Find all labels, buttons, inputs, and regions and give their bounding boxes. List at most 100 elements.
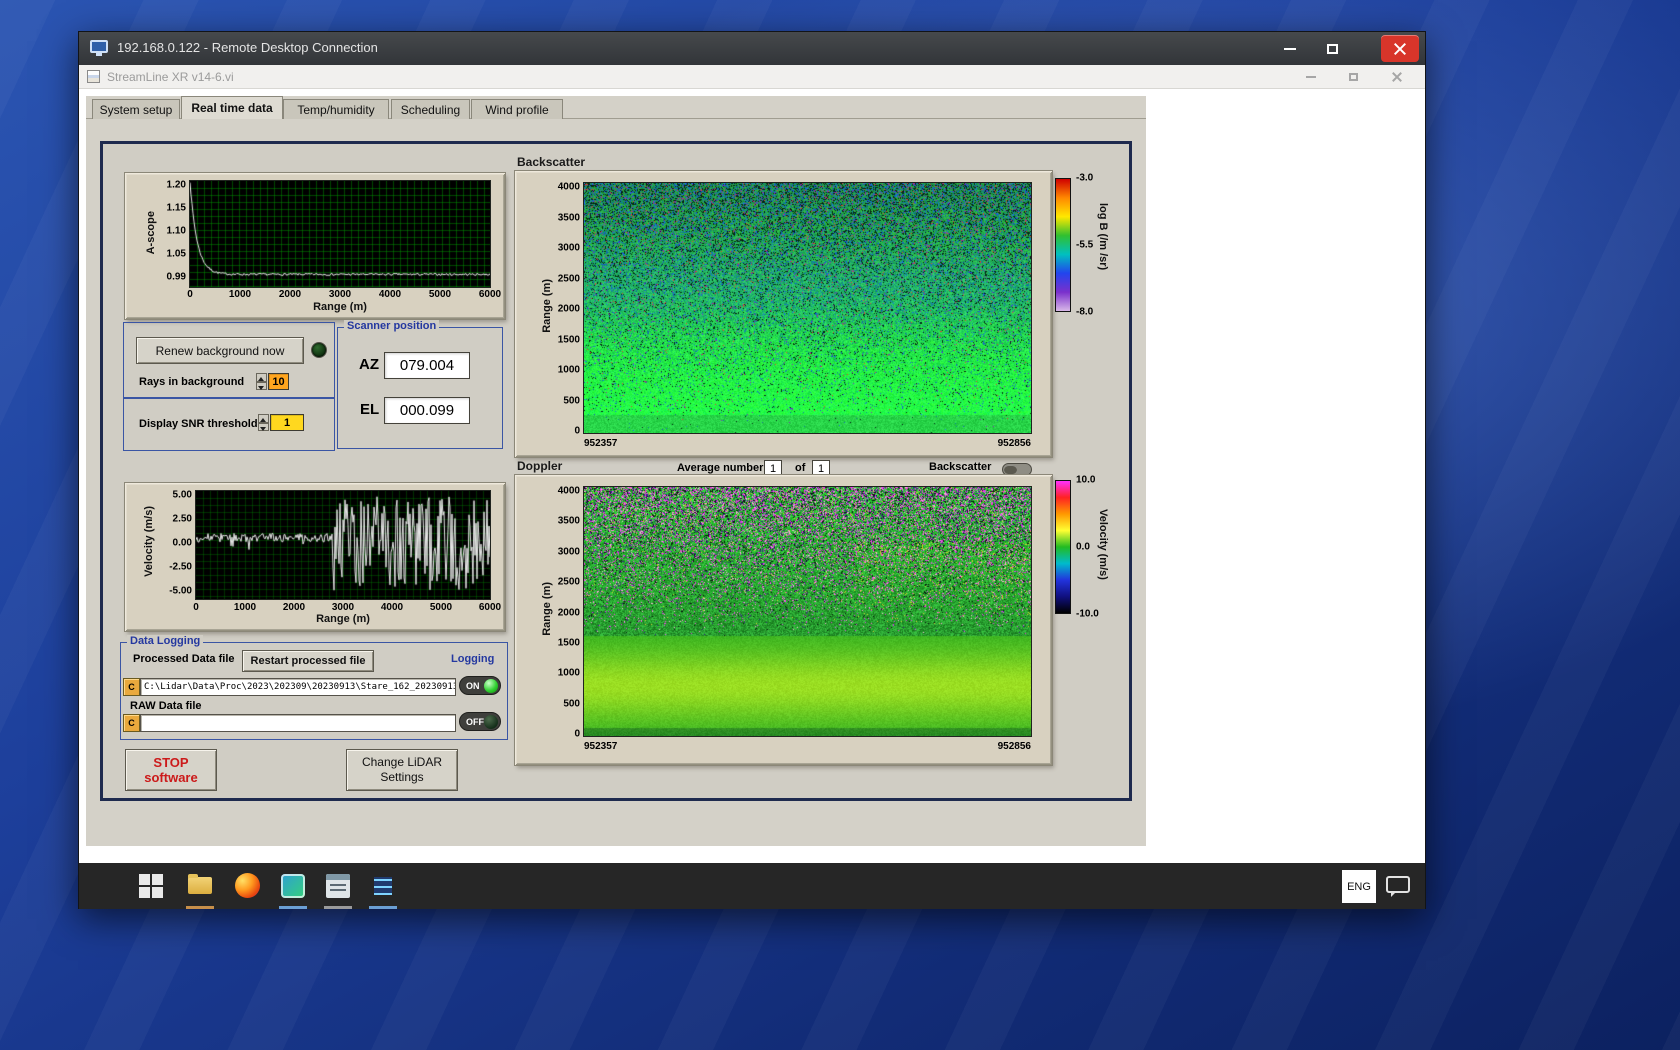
led-off-icon — [484, 715, 498, 729]
tick-label: 1.20 — [167, 180, 186, 191]
rays-in-background-label: Rays in background — [139, 376, 244, 388]
tick-label: 500 — [563, 395, 580, 406]
tick-label: 2.50 — [173, 514, 192, 525]
raw-logging-toggle[interactable]: OFF — [459, 712, 501, 731]
doppler-y-axis-label: Range (m) — [541, 582, 553, 636]
stop-software-button[interactable]: STOP software — [125, 749, 217, 791]
az-value-field[interactable]: 079.004 — [384, 352, 470, 379]
notification-icon[interactable] — [1386, 876, 1410, 893]
app-tile-icon[interactable] — [281, 874, 305, 898]
drive-browse-button[interactable]: C — [123, 714, 140, 732]
ascope-plot — [190, 181, 490, 287]
scanner-position-title: Scanner position — [344, 320, 439, 332]
velocity-x-axis-label: Range (m) — [316, 613, 370, 625]
tick-label: 3000 — [329, 289, 351, 300]
minimize-button[interactable] — [1273, 37, 1307, 61]
button-label: Change LiDAR — [362, 755, 442, 770]
snr-value-field[interactable]: 1 — [270, 414, 304, 431]
backscatter-panel: Range (m) 400035003000250020001500100050… — [515, 171, 1052, 457]
tab-temp-humidity[interactable]: Temp/humidity — [283, 99, 389, 119]
rays-value-field[interactable]: 10 — [268, 373, 289, 390]
tick-label: 5000 — [430, 602, 452, 613]
vi-window-title: StreamLine XR v14-6.vi — [107, 70, 234, 84]
vi-titlebar[interactable]: StreamLine XR v14-6.vi — [79, 65, 1425, 89]
snr-group: Display SNR threshold 1 — [123, 398, 335, 451]
tick-label: 1000 — [234, 602, 256, 613]
tick-label: 952357 — [584, 741, 617, 752]
button-label: Settings — [380, 770, 423, 785]
doppler-panel: Range (m) 400035003000250020001500100050… — [515, 475, 1052, 765]
tick-label: 4000 — [558, 182, 580, 193]
tick-label: 6000 — [479, 289, 501, 300]
main-content-box: A-scope Range (m) 1.201.151.101.050.9901… — [100, 141, 1132, 801]
restart-processed-file-button[interactable]: Restart processed file — [242, 650, 374, 672]
logging-label: Logging — [451, 653, 494, 665]
tick-label: 952357 — [584, 438, 617, 449]
tab-system-setup[interactable]: System setup — [92, 99, 180, 119]
colorbar-tick: -3.0 — [1076, 173, 1093, 184]
tick-label: 4000 — [379, 289, 401, 300]
renew-background-button[interactable]: Renew background now — [136, 337, 304, 364]
rays-stepper[interactable] — [256, 373, 267, 390]
tab-real-time-data[interactable]: Real time data — [181, 96, 283, 119]
tab-wind-profile[interactable]: Wind profile — [471, 99, 563, 119]
toggle-state-label: OFF — [466, 717, 484, 727]
start-button[interactable] — [139, 874, 164, 899]
running-indicator — [324, 906, 352, 909]
toggle-state-label: ON — [466, 681, 480, 691]
scanner-position-group: Scanner position AZ 079.004 EL 000.099 — [337, 327, 503, 449]
taskbar: ENG — [79, 863, 1425, 909]
rdp-titlebar[interactable]: 192.168.0.122 - Remote Desktop Connectio… — [79, 32, 1425, 65]
tick-label: 6000 — [479, 602, 501, 613]
change-lidar-settings-button[interactable]: Change LiDAR Settings — [346, 749, 458, 791]
scan-scheduler-icon[interactable] — [326, 874, 350, 898]
average-number-label: Average number — [677, 462, 763, 474]
backscatter-toggle-label: Backscatter — [929, 461, 991, 473]
colorbar-tick: -8.0 — [1076, 307, 1093, 318]
raw-path-field[interactable] — [140, 714, 456, 732]
tick-label: 500 — [563, 698, 580, 709]
backscatter-colorbar-gradient — [1055, 178, 1071, 312]
doppler-colorbar-gradient — [1055, 480, 1071, 614]
vi-minimize-button[interactable] — [1297, 67, 1325, 87]
el-value-field[interactable]: 000.099 — [384, 397, 470, 424]
log-viewer-icon[interactable] — [371, 874, 395, 898]
background-led-icon — [311, 342, 327, 358]
firefox-icon[interactable] — [235, 873, 260, 898]
button-label: STOP — [153, 755, 188, 770]
maximize-button[interactable] — [1315, 37, 1349, 61]
labview-vi-icon — [87, 70, 100, 83]
tick-label: 4000 — [558, 486, 580, 497]
vi-close-button[interactable] — [1383, 67, 1411, 87]
tick-label: 1000 — [229, 289, 251, 300]
colorbar-tick: 0.0 — [1076, 542, 1090, 553]
tick-label: 2000 — [558, 607, 580, 618]
backscatter-heatmap — [584, 183, 1031, 433]
tick-label: 0.99 — [167, 272, 186, 283]
snr-stepper[interactable] — [258, 414, 269, 431]
drive-browse-button[interactable]: C — [123, 678, 140, 696]
processed-path-field[interactable]: C:\Lidar\Data\Proc\2023\202309\20230913\… — [140, 678, 456, 696]
tick-label: 1.15 — [167, 203, 186, 214]
monitor-icon — [90, 40, 108, 53]
file-explorer-icon[interactable] — [188, 877, 212, 894]
data-logging-group: Data Logging Processed Data file Restart… — [120, 642, 508, 740]
doppler-colorbar-label: Velocity (m/s) — [1097, 509, 1109, 580]
button-label: Renew background now — [156, 344, 285, 358]
tick-label: 2500 — [558, 273, 580, 284]
desktop: 192.168.0.122 - Remote Desktop Connectio… — [0, 0, 1680, 1050]
language-indicator[interactable]: ENG — [1342, 870, 1376, 903]
tick-label: 3500 — [558, 212, 580, 223]
vi-restore-button[interactable] — [1339, 67, 1367, 87]
tick-label: 2000 — [283, 602, 305, 613]
running-indicator — [186, 906, 214, 909]
processed-logging-toggle[interactable]: ON — [459, 676, 501, 695]
close-button[interactable] — [1381, 35, 1419, 62]
tab-scheduling[interactable]: Scheduling — [391, 99, 470, 119]
doppler-heatmap — [584, 487, 1031, 736]
tab-label: Wind profile — [485, 103, 548, 117]
ascope-panel: A-scope Range (m) 1.201.151.101.050.9901… — [125, 173, 505, 319]
velocity-panel: Velocity (m/s) Range (m) 5.002.500.00-2.… — [125, 483, 505, 631]
colorbar-tick: 10.0 — [1076, 475, 1095, 486]
tick-label: 3000 — [558, 243, 580, 254]
